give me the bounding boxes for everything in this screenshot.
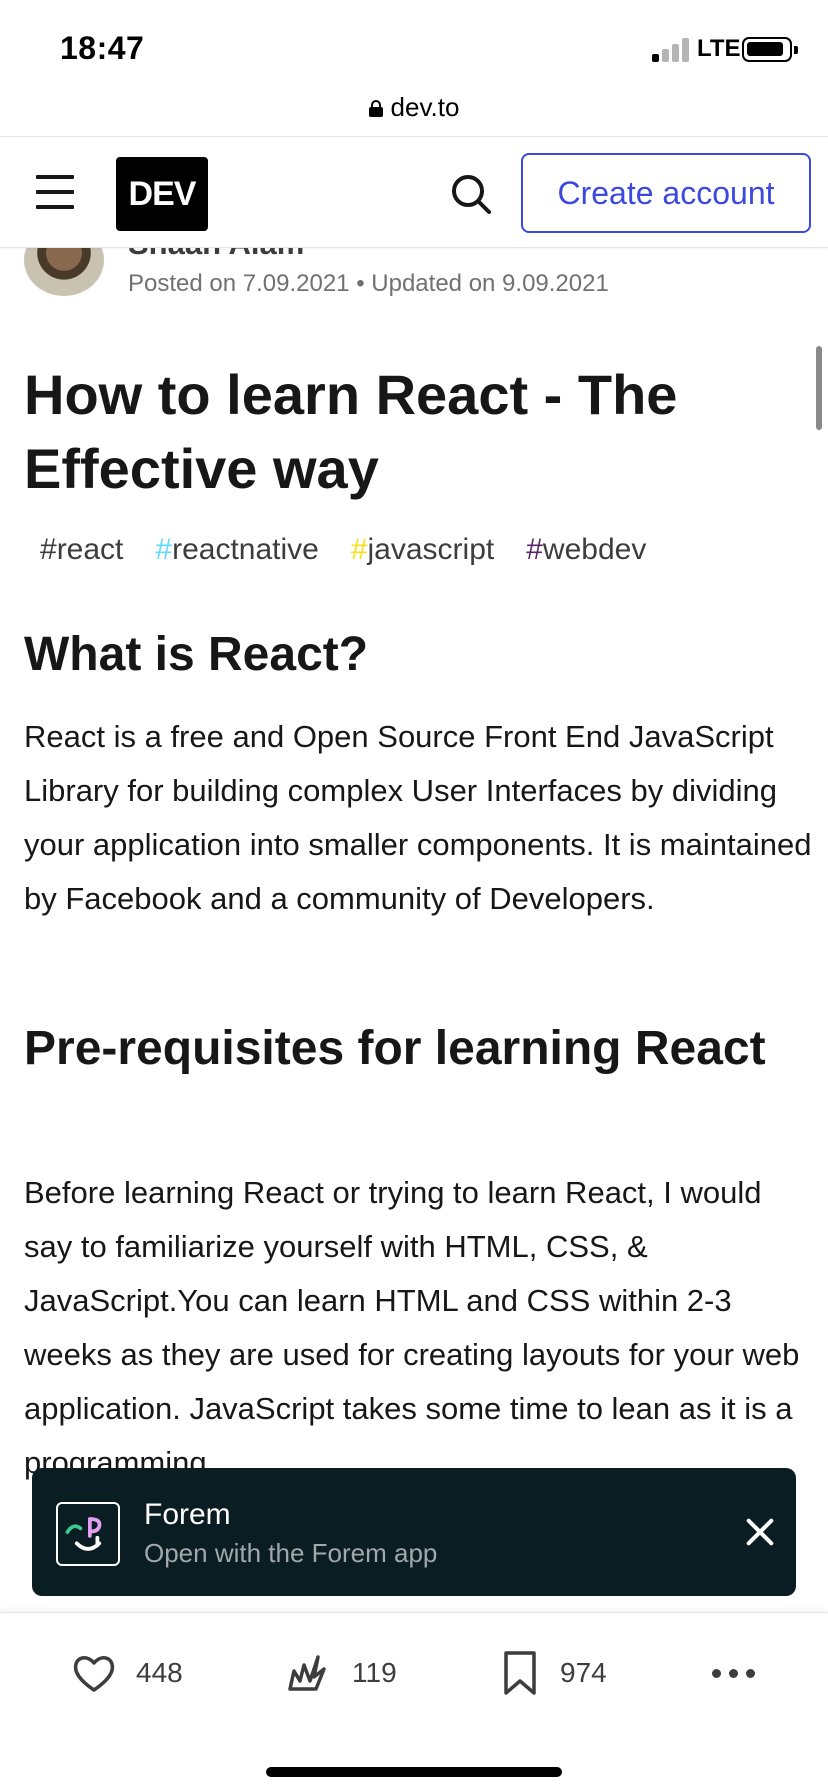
- bookmark-count: 974: [560, 1657, 607, 1688]
- post-meta: Posted on 7.09.2021 • Updated on 9.09.20…: [128, 270, 609, 298]
- tag-label: reactnative: [172, 533, 319, 566]
- like-button[interactable]: 448: [72, 1645, 183, 1701]
- tag-list: #react #reactnative #javascript #webdev: [24, 530, 804, 570]
- scrollbar[interactable]: [816, 346, 822, 430]
- tag-label: webdev: [542, 533, 647, 566]
- bookmark-icon: [504, 1651, 536, 1695]
- tag-hash: #: [526, 533, 543, 566]
- dev-logo[interactable]: DEV: [116, 157, 208, 231]
- tag-javascript[interactable]: #javascript: [335, 530, 510, 570]
- tag-hash: #: [155, 533, 173, 566]
- signal-icon: [652, 36, 690, 62]
- tag-hash: #: [40, 533, 57, 566]
- unicorn-button[interactable]: 119: [284, 1645, 397, 1701]
- like-count: 448: [136, 1657, 183, 1688]
- tag-react[interactable]: #react: [24, 530, 139, 570]
- search-icon[interactable]: [450, 173, 492, 215]
- tag-webdev[interactable]: #webdev: [510, 530, 662, 570]
- network-label: LTE: [697, 35, 741, 62]
- section-paragraph: Before learning React or trying to learn…: [24, 1175, 800, 1480]
- unicorn-count: 119: [352, 1657, 397, 1688]
- article-title: How to learn React - The Effective way: [24, 363, 678, 500]
- more-icon[interactable]: [712, 1669, 756, 1679]
- tag-label: react: [56, 533, 124, 566]
- section-heading: What is React?: [24, 628, 369, 681]
- meta-separator: •: [356, 270, 365, 297]
- updated-date: Updated on 9.09.2021: [371, 270, 609, 297]
- unicorn-icon: [288, 1655, 326, 1691]
- home-indicator: [266, 1767, 562, 1777]
- forem-logo-icon: [56, 1502, 120, 1566]
- tag-label: javascript: [367, 533, 495, 566]
- close-icon[interactable]: [744, 1516, 776, 1548]
- reaction-bar: 448 119 974: [0, 1612, 828, 1792]
- hamburger-icon[interactable]: [36, 175, 76, 209]
- section-heading: Pre-requisites for learning React: [24, 1022, 766, 1075]
- url-domain[interactable]: dev.to: [391, 92, 460, 123]
- site-header: DEV Create account: [0, 136, 828, 248]
- tag-hash: #: [350, 533, 368, 566]
- battery-icon: [742, 37, 798, 62]
- url-bar[interactable]: dev.to: [0, 88, 828, 136]
- status-time: 18:47: [60, 30, 145, 66]
- posted-date: Posted on 7.09.2021: [128, 270, 350, 297]
- lock-icon: [368, 99, 383, 117]
- create-account-button[interactable]: Create account: [521, 153, 811, 233]
- heart-icon: [73, 1656, 115, 1692]
- forem-title: Forem: [144, 1498, 231, 1531]
- tag-reactnative[interactable]: #reactnative: [139, 530, 334, 570]
- section-paragraph: React is a free and Open Source Front En…: [24, 719, 812, 916]
- forem-subtitle: Open with the Forem app: [144, 1538, 438, 1568]
- status-bar: 18:47 LTE: [0, 0, 828, 96]
- forem-app-banner[interactable]: Forem Open with the Forem app: [32, 1468, 796, 1596]
- bookmark-button[interactable]: 974: [500, 1645, 607, 1701]
